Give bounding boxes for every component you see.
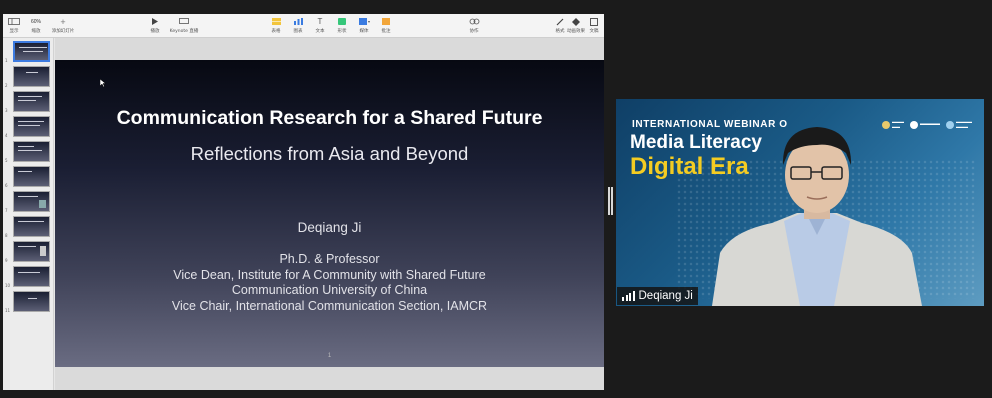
- chart-icon: [293, 17, 303, 26]
- document-icon: [590, 17, 598, 26]
- chart-label: 图表: [293, 29, 303, 34]
- slide-thumbnail[interactable]: 9: [5, 241, 53, 263]
- keynote-live-button[interactable]: Keynote 直播: [169, 17, 199, 34]
- play-label: 播放: [150, 29, 160, 34]
- document-button[interactable]: 文稿: [585, 17, 603, 34]
- info-line: Vice Dean, Institute for A Community wit…: [173, 267, 486, 282]
- media-label: 媒体: [359, 29, 369, 34]
- participant-video[interactable]: INTERNATIONAL WEBINAR O Media Literacy D…: [616, 99, 984, 306]
- keynote-toolbar: 显示 60% 缩放 + 添加幻灯片 播放 Keynote 直播 表格 图表 T …: [3, 14, 604, 38]
- slide-subtitle: Reflections from Asia and Beyond: [190, 143, 469, 164]
- slide-thumbnail[interactable]: 4: [5, 116, 53, 138]
- media-icon: [358, 17, 370, 26]
- mouse-cursor-icon: [99, 74, 107, 92]
- zoom-button[interactable]: 60% 缩放: [25, 17, 47, 35]
- audio-signal-icon: [622, 291, 635, 301]
- slide-thumbnail[interactable]: 2: [5, 66, 53, 88]
- view-button[interactable]: 显示: [3, 17, 25, 34]
- presenter-name: Deqiang Ji: [297, 220, 362, 235]
- text-button[interactable]: T 文本: [309, 17, 331, 34]
- collaborate-button[interactable]: 协作: [463, 17, 485, 34]
- add-slide-button[interactable]: + 添加幻灯片: [51, 16, 75, 35]
- slide-title: Communication Research for a Shared Futu…: [116, 107, 543, 129]
- zoom-value: 60%: [30, 18, 41, 25]
- participant-name-tag: Deqiang Ji: [617, 287, 698, 305]
- diamond-icon: [572, 17, 580, 26]
- info-line: Vice Chair, International Communication …: [171, 298, 488, 313]
- info-line: Ph.D. & Professor: [279, 252, 380, 266]
- shared-screen-keynote: 显示 60% 缩放 + 添加幻灯片 播放 Keynote 直播 表格 图表 T …: [3, 14, 604, 390]
- view-label: 显示: [9, 29, 19, 34]
- split-view-divider[interactable]: [607, 187, 613, 215]
- format-label: 格式: [555, 29, 565, 34]
- slide-thumbnail[interactable]: 5: [5, 141, 53, 163]
- slide-thumbnail[interactable]: 7: [5, 191, 53, 213]
- collaborate-label: 协作: [469, 29, 479, 34]
- slide-thumbnail[interactable]: 8: [5, 216, 53, 238]
- current-slide: Communication Research for a Shared Futu…: [55, 60, 604, 367]
- meeting-window: 显示 60% 缩放 + 添加幻灯片 播放 Keynote 直播 表格 图表 T …: [0, 0, 992, 398]
- text-icon: T: [317, 17, 323, 26]
- info-line: Communication University of China: [231, 283, 428, 297]
- document-label: 文稿: [589, 29, 599, 34]
- shape-icon: [338, 17, 346, 26]
- media-button[interactable]: 媒体: [353, 17, 375, 34]
- slide-thumbnail[interactable]: 10: [5, 266, 53, 288]
- comment-button[interactable]: 批注: [375, 17, 397, 34]
- slide-thumbnail[interactable]: 3: [5, 91, 53, 113]
- comment-icon: [382, 17, 390, 26]
- shape-button[interactable]: 形状: [331, 17, 353, 34]
- slide-page-number: 1: [327, 353, 332, 359]
- speaker-figure: [712, 127, 922, 306]
- table-label: 表格: [271, 29, 281, 34]
- shape-label: 形状: [337, 29, 347, 34]
- slide-thumbnail[interactable]: 1: [5, 41, 53, 63]
- presenter-info: Ph.D. & Professor Vice Dean, Institute f…: [55, 252, 604, 314]
- comment-label: 批注: [381, 29, 391, 34]
- play-button[interactable]: 播放: [144, 17, 166, 34]
- slide-canvas[interactable]: Communication Research for a Shared Futu…: [55, 38, 604, 390]
- plus-icon: +: [60, 16, 66, 27]
- paintbrush-icon: [556, 17, 564, 26]
- table-icon: [271, 17, 281, 26]
- zoom-label: 缩放: [31, 29, 41, 34]
- text-label: 文本: [315, 29, 325, 34]
- slide-thumbnail[interactable]: 6: [5, 166, 53, 188]
- sidebar-view-icon: [8, 17, 20, 26]
- table-button[interactable]: 表格: [265, 17, 287, 34]
- keynote-live-label: Keynote 直播: [169, 29, 199, 34]
- slide-thumbnail[interactable]: 11: [5, 291, 53, 313]
- institute-logo-icon: ▬▬▬▬ ▬▬▬: [946, 119, 972, 129]
- animate-button[interactable]: 动画效果: [566, 17, 586, 34]
- collaborate-icon: [469, 17, 480, 26]
- slide-navigator: 1 2 3 4 5 6 7 8 9 10 11: [3, 38, 54, 390]
- play-icon: [152, 17, 158, 26]
- chart-button[interactable]: 图表: [287, 17, 309, 34]
- participant-name: Deqiang Ji: [638, 290, 693, 302]
- animate-label: 动画效果: [567, 29, 585, 34]
- keynote-live-icon: [179, 17, 189, 26]
- add-slide-label: 添加幻灯片: [51, 29, 75, 34]
